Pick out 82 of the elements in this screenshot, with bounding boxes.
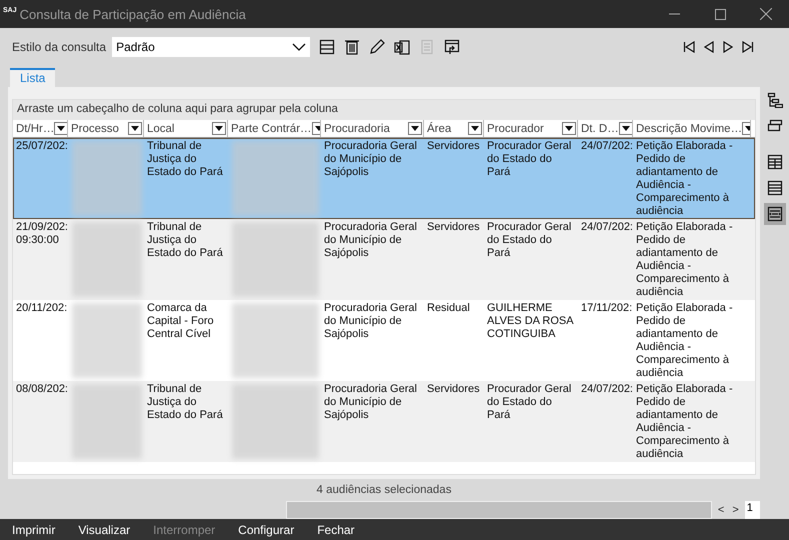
dropdown-caret-icon (411, 126, 419, 131)
query-style-label: Estilo da consulta (12, 40, 106, 54)
table-cell-text: Servidores (426, 382, 481, 396)
table-cell-text: Tribunal de Justiça do Estado do Pará (146, 220, 224, 260)
column-header[interactable]: Descrição Movime… (633, 120, 751, 137)
table-cell-text: Tribunal de Justiça do Estado do Pará (146, 139, 224, 179)
group-by-hint: Arraste um cabeçalho de coluna aqui para agrupar pela coluna (13, 100, 755, 120)
first-record-icon[interactable] (683, 41, 695, 53)
minimize-icon[interactable] (668, 13, 680, 15)
table-cell-text: 24/07/202: (580, 139, 634, 153)
next-icon[interactable] (723, 41, 733, 53)
dropdown-caret-icon (471, 126, 479, 131)
table-cell-text: Servidores (426, 139, 481, 153)
column-header[interactable]: Dt/Hr… (13, 120, 68, 137)
table-cell-text: Petição Elaborada - Pedido de adiantamento de Audiência - Comparecimento à audiência (635, 139, 734, 218)
page-number-field[interactable]: 1 (744, 501, 760, 519)
table-cell-text: 20/11/202: (15, 301, 68, 315)
table-cell-text: Procurador Geral do Estado do Pará (486, 220, 572, 260)
table-cell-text: 17/11/202: (580, 301, 634, 315)
table-cell-text: Procuradoria Geral do Município de Sajópolis (323, 382, 418, 422)
column-header[interactable]: Parte Contrár… (228, 120, 321, 137)
table-cell-text: 08/08/202: (15, 382, 69, 396)
column-header[interactable]: Procurador (484, 120, 578, 137)
chevron-down-icon[interactable] (292, 43, 306, 51)
dropdown-caret-icon (622, 126, 630, 131)
table-cell-text: 24/07/202: (580, 382, 634, 396)
next-page-button[interactable]: > (730, 504, 741, 516)
footer-button[interactable]: Configurar (238, 520, 294, 538)
filter-dropdown-button[interactable] (212, 122, 226, 135)
column-header[interactable]: Local (144, 120, 228, 137)
dropdown-caret-icon (57, 126, 66, 131)
selection-status: 4 audiências selecionadas (316, 484, 452, 496)
footer-button[interactable]: Fechar (317, 520, 355, 538)
filter-dropdown-button[interactable] (468, 122, 482, 135)
footer-button[interactable]: Visualizar (78, 520, 130, 538)
maximize-icon[interactable] (714, 8, 726, 20)
filter-dropdown-button[interactable] (128, 122, 142, 135)
table-cell-text: 21/09/202: 09:30:00 (15, 220, 69, 247)
table-cell-text: Procuradoria Geral do Município de Sajópolis (323, 139, 418, 179)
filter-dropdown-button[interactable] (54, 122, 67, 135)
dropdown-caret-icon (565, 126, 573, 131)
detail-view-icon[interactable] (764, 203, 786, 225)
column-header[interactable]: Procuradoria (321, 120, 424, 137)
table-cell-text: 25/07/202: (15, 139, 69, 153)
column-header[interactable]: Dt. D… (578, 120, 633, 137)
table-cell-text: Procurador Geral do Estado do Pará (486, 139, 572, 179)
table-cell-text: GUILHERME ALVES DA ROSA COTINGUIBA (486, 301, 574, 341)
table-cell-text: Petição Elaborada - Pedido de adiantamento de Audiência - Comparecimento à audiência (635, 220, 734, 299)
dropdown-caret-icon (131, 126, 139, 131)
filter-dropdown-button[interactable] (562, 122, 576, 135)
trash-icon[interactable] (344, 39, 360, 55)
previous-page-button[interactable]: < (716, 504, 726, 516)
table-cell-text: Procurador Geral do Estado do Pará (486, 382, 572, 422)
previous-icon[interactable] (704, 41, 714, 53)
pencil-icon[interactable] (369, 39, 386, 55)
column-header[interactable]: Área (424, 120, 484, 137)
table-cell-text: Petição Elaborada - Pedido de adiantamento de Audiência - Comparecimento à audiência (635, 382, 734, 461)
table-cell-text: Tribunal de Justiça do Estado do Pará (146, 382, 224, 422)
column-header[interactable]: Processo (68, 120, 144, 137)
table-row[interactable] (13, 138, 755, 219)
filter-dropdown-button[interactable] (618, 122, 632, 135)
table-cell-text: Petição Elaborada - Pedido de adiantamento de Audiência - Comparecimento à audiência (635, 301, 734, 380)
window-title: Consulta de Participação em Audiência (20, 6, 247, 22)
table-cell-text: Procuradoria Geral do Município de Sajópolis (323, 220, 418, 260)
filter-dropdown-button[interactable] (408, 122, 422, 135)
last-record-icon[interactable] (742, 41, 754, 53)
close-icon[interactable] (760, 8, 772, 20)
table-cell-text: 24/07/202: (580, 220, 634, 234)
save-icon[interactable] (319, 39, 336, 55)
table-cell-text: Residual (426, 301, 471, 315)
scrollbar[interactable] (286, 501, 712, 519)
window-export-icon[interactable] (444, 39, 460, 55)
list-tab[interactable]: Lista (10, 68, 56, 87)
table-cell-text: Procuradoria Geral do Município de Sajópolis (323, 301, 418, 341)
table-cell-text: Servidores (426, 220, 481, 234)
table-cell-text: Comarca da Capital - Foro Central Cível (146, 301, 215, 341)
table-row[interactable] (13, 381, 755, 462)
footer-button[interactable]: Imprimir (12, 520, 56, 538)
query-style-dropdown[interactable]: Padrão (112, 37, 310, 57)
table-row[interactable] (13, 219, 755, 300)
spreadsheet-icon[interactable] (394, 39, 410, 55)
dropdown-caret-icon (215, 126, 223, 131)
